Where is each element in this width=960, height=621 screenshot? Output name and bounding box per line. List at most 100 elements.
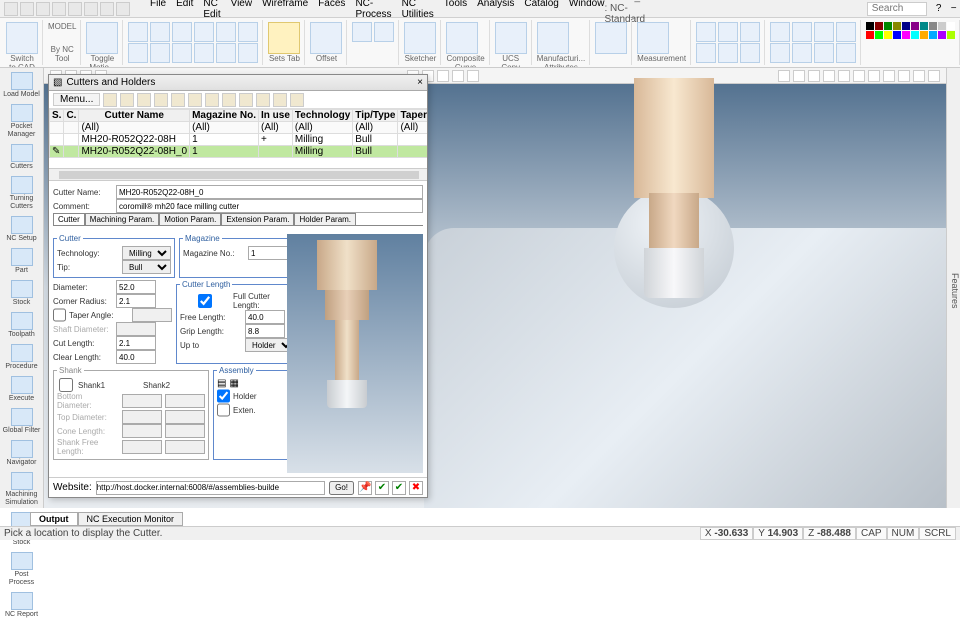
left-sidebar: Load Model Pocket Manager Cutters Turnin…: [0, 68, 44, 508]
manuf-attr-icon[interactable]: [537, 22, 569, 54]
sidebar-pocket-manager[interactable]: Pocket Manager: [0, 102, 43, 141]
tip-select[interactable]: Bull: [122, 260, 171, 274]
sidebar-load-model[interactable]: Load Model: [0, 70, 43, 101]
menu-tools[interactable]: Tools: [444, 0, 467, 20]
comment-input[interactable]: [116, 199, 423, 213]
sketcher-icon[interactable]: [404, 22, 436, 54]
menu-view[interactable]: View: [231, 0, 253, 20]
tab-machining[interactable]: Machining Param.: [85, 213, 159, 225]
ok-button[interactable]: ✔: [375, 481, 389, 495]
qat-icon[interactable]: [100, 2, 114, 16]
right-sidebar-features[interactable]: Features: [946, 68, 960, 508]
help-icon[interactable]: ?: [933, 3, 945, 15]
dialog-close-icon[interactable]: ×: [417, 77, 423, 88]
cutters-dialog: ▧ Cutters and Holders × Menu... S.C.Cutt…: [48, 74, 428, 498]
qat-icon[interactable]: [68, 2, 82, 16]
grid-row[interactable]: MH20-R052Q22-08H1+MillingBull52.000: [50, 134, 428, 146]
grid-hscroll[interactable]: [49, 169, 427, 181]
dialog-title: Cutters and Holders: [66, 77, 155, 88]
qat-icon[interactable]: [4, 2, 18, 16]
sets-tab-icon[interactable]: [268, 22, 300, 54]
ribbon-icon[interactable]: [128, 22, 148, 42]
sidebar-toolpath[interactable]: Toolpath: [0, 310, 43, 341]
sidebar-nc-report[interactable]: NC Report: [0, 590, 43, 621]
minimize-icon[interactable]: −: [948, 3, 960, 15]
magazine-group: Magazine Magazine No.:: [179, 234, 292, 278]
menu-faces[interactable]: Faces: [318, 0, 345, 20]
sidebar-execute[interactable]: Execute: [0, 374, 43, 405]
menu-ncutilities[interactable]: NC Utilities: [402, 0, 434, 20]
menu-wireframe[interactable]: Wireframe: [262, 0, 308, 20]
menu-analysis[interactable]: Analysis: [477, 0, 514, 20]
assembly-icon[interactable]: ▤: [217, 378, 226, 389]
sidebar-cutters[interactable]: Cutters: [0, 142, 43, 173]
qat-icon[interactable]: [52, 2, 66, 16]
menu-ncprocess[interactable]: NC-Process: [355, 0, 391, 20]
text-icon[interactable]: [595, 22, 627, 54]
tab-cutter[interactable]: Cutter: [53, 213, 85, 225]
sidebar-navigator[interactable]: Navigator: [0, 438, 43, 469]
color-swatches[interactable]: [866, 22, 955, 39]
sidebar-turning-cutters[interactable]: Turning Cutters: [0, 174, 43, 213]
diameter-input[interactable]: [116, 280, 156, 294]
pin-icon[interactable]: 📌: [358, 481, 372, 495]
qat-icon[interactable]: [116, 2, 130, 16]
dialog-icon: ▧: [53, 77, 62, 88]
menu-window[interactable]: Window: [569, 0, 605, 20]
tab-output[interactable]: Output: [30, 512, 78, 526]
grid-filter-row[interactable]: (All)(All)(All)(All)(All)(All)(All)(All)…: [50, 122, 428, 134]
technology-select[interactable]: Milling: [122, 246, 171, 260]
menu-ncedit[interactable]: NC Edit: [203, 0, 220, 20]
sidebar-post-process[interactable]: Post Process: [0, 550, 43, 589]
shank-group: Shank Shank1Shank2 Bottom Diameter: Top …: [53, 366, 209, 460]
tab-extension[interactable]: Extension Param.: [221, 213, 294, 225]
offset-icon[interactable]: [310, 22, 342, 54]
full-length-checkbox[interactable]: [180, 294, 230, 308]
qat-icon[interactable]: [84, 2, 98, 16]
cancel-button[interactable]: ✖: [409, 481, 423, 495]
sidebar-nc-setup[interactable]: NC Setup: [0, 214, 43, 245]
assembly-icon[interactable]: ▦: [229, 378, 238, 389]
dialog-menu-button[interactable]: Menu...: [53, 93, 100, 106]
menu-edit[interactable]: Edit: [176, 0, 193, 20]
qat-icon[interactable]: [20, 2, 34, 16]
cut-length-input[interactable]: [116, 336, 156, 350]
search-input[interactable]: [867, 2, 927, 16]
tool-neck: [649, 193, 699, 253]
holder-checkbox[interactable]: [217, 389, 230, 403]
taper-angle-checkbox[interactable]: [53, 308, 66, 322]
toggle-motion-icon[interactable]: [86, 22, 118, 54]
cutter-preview: [287, 234, 423, 473]
menu-file[interactable]: File: [150, 0, 166, 20]
cutters-grid[interactable]: S.C.Cutter NameMagazine No.In useTechnol…: [49, 109, 427, 169]
website-input[interactable]: [96, 481, 325, 495]
clear-length-input[interactable]: [116, 350, 156, 364]
dialog-titlebar[interactable]: ▧ Cutters and Holders ×: [49, 75, 427, 91]
tb-icon[interactable]: [103, 93, 117, 107]
sidebar-part[interactable]: Part: [0, 246, 43, 277]
sidebar-stock[interactable]: Stock: [0, 278, 43, 309]
go-button[interactable]: Go!: [329, 481, 354, 495]
dialog-toolbar: Menu...: [49, 91, 427, 109]
magazine-no-input[interactable]: [248, 246, 288, 260]
grip-length-input[interactable]: [245, 324, 285, 338]
exten-checkbox[interactable]: [217, 403, 230, 417]
cutter-name-input[interactable]: [116, 185, 423, 199]
measurement-icon[interactable]: [637, 22, 669, 54]
sidebar-procedure[interactable]: Procedure: [0, 342, 43, 373]
free-length-input[interactable]: [245, 310, 285, 324]
sidebar-global-filter[interactable]: Global Filter: [0, 406, 43, 437]
sidebar-mach-sim[interactable]: Machining Simulation: [0, 470, 43, 509]
qat-icon[interactable]: [36, 2, 50, 16]
switch-cad-icon[interactable]: [6, 22, 38, 54]
menu-catalog[interactable]: Catalog: [524, 0, 558, 20]
shank1-checkbox[interactable]: [57, 378, 75, 392]
ucs-copy-icon[interactable]: [495, 22, 527, 54]
tab-holder[interactable]: Holder Param.: [294, 213, 356, 225]
tab-nc-exec-monitor[interactable]: NC Execution Monitor: [78, 512, 184, 526]
grid-row-selected[interactable]: ✎MH20-R052Q22-08H_01MillingBull52.000: [50, 146, 428, 158]
corner-radius-input[interactable]: [116, 294, 156, 308]
composite-curve-icon[interactable]: [446, 22, 478, 54]
apply-button[interactable]: ✔: [392, 481, 406, 495]
tab-motion[interactable]: Motion Param.: [159, 213, 221, 225]
